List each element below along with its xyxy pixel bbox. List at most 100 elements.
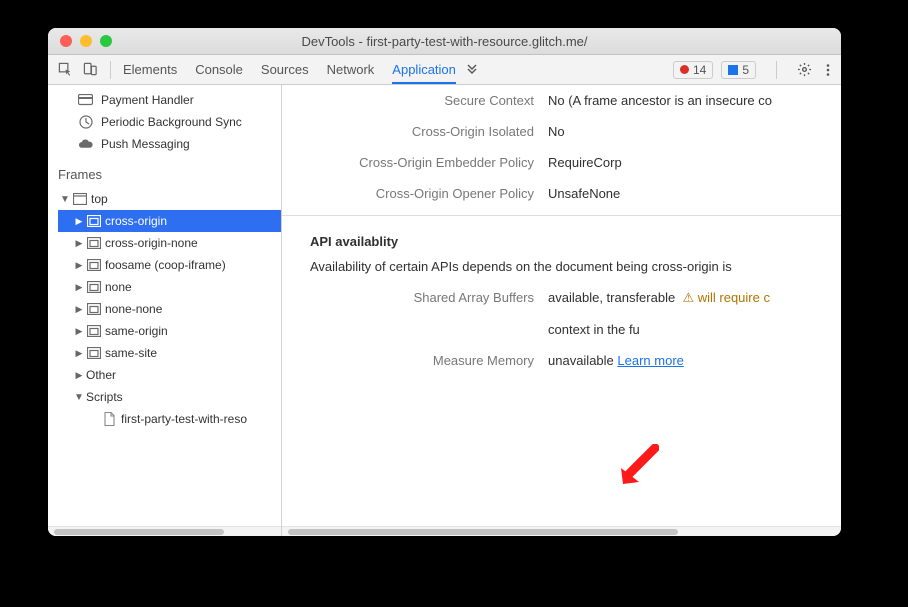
detail-value: No (A frame ancestor is an insecure co [548, 93, 841, 108]
disclosure-triangle-icon[interactable] [74, 304, 84, 315]
tree-item-scripts[interactable]: Scripts [58, 386, 281, 408]
tree-item-frame[interactable]: same-site [58, 342, 281, 364]
tab-sources[interactable]: Sources [261, 55, 309, 84]
detail-label: Cross-Origin Isolated [282, 124, 548, 139]
tree-item-label: none [105, 280, 132, 294]
minimize-window-button[interactable] [80, 35, 92, 47]
message-count-badge[interactable]: 5 [721, 61, 756, 79]
tree-item-top[interactable]: top [58, 188, 281, 210]
disclosure-triangle-icon[interactable] [74, 392, 84, 403]
frames-tree: top cross-origin cross-origin-none foosame… [48, 188, 281, 430]
tab-network[interactable]: Network [327, 55, 375, 84]
tree-item-frame[interactable]: foosame (coop-iframe) [58, 254, 281, 276]
embedded-window-icon [86, 214, 101, 229]
shared-array-buffers-label: Shared Array Buffers [282, 290, 548, 305]
context-warning-continued: context in the fu [548, 322, 841, 337]
message-count: 5 [742, 63, 749, 77]
embedded-window-icon [86, 236, 101, 251]
sidebar-item-payment-handler[interactable]: Payment Handler [48, 89, 281, 111]
settings-gear-icon[interactable] [797, 62, 812, 77]
disclosure-triangle-icon[interactable] [74, 348, 84, 359]
horizontal-scrollbar[interactable] [48, 526, 281, 536]
frames-section-heading: Frames [48, 155, 281, 188]
detail-value: RequireCorp [548, 155, 841, 170]
tree-item-script-file[interactable]: first-party-test-with-reso [58, 408, 281, 430]
message-icon [728, 65, 738, 75]
detail-value: UnsafeNone [548, 186, 841, 201]
detail-label: Secure Context [282, 93, 548, 108]
detail-label: Cross-Origin Embedder Policy [282, 155, 548, 170]
device-toggle-icon[interactable] [83, 62, 98, 77]
embedded-window-icon [86, 346, 101, 361]
tab-application[interactable]: Application [392, 55, 456, 84]
zoom-window-button[interactable] [100, 35, 112, 47]
tree-item-frame[interactable]: none [58, 276, 281, 298]
shared-array-buffers-value: available, transferable will require c [548, 290, 841, 306]
disclosure-triangle-icon[interactable] [74, 238, 84, 249]
embedded-window-icon [86, 324, 101, 339]
api-availability-description: Availability of certain APIs depends on … [282, 255, 841, 282]
error-count-badge[interactable]: 14 [673, 61, 713, 79]
application-sidebar: Payment Handler Periodic Background Sync… [48, 85, 282, 536]
disclosure-triangle-icon[interactable] [74, 216, 84, 227]
window-icon [72, 192, 87, 207]
devtools-window: DevTools - first-party-test-with-resourc… [48, 28, 841, 536]
embedded-window-icon [86, 280, 101, 295]
disclosure-triangle-icon[interactable] [74, 260, 84, 271]
warning-icon: will require c [682, 290, 770, 305]
tree-item-label: top [91, 192, 108, 206]
inspect-element-icon[interactable] [58, 62, 73, 77]
tree-item-label: same-site [105, 346, 157, 360]
sidebar-item-label: Periodic Background Sync [101, 115, 242, 129]
tree-item-frame[interactable]: same-origin [58, 320, 281, 342]
panel-tabs: Elements Console Sources Network Applica… [123, 55, 456, 84]
sidebar-item-label: Payment Handler [101, 93, 194, 107]
close-window-button[interactable] [60, 35, 72, 47]
disclosure-triangle-icon[interactable] [74, 370, 84, 381]
tree-item-frame[interactable]: cross-origin [58, 210, 281, 232]
tree-item-label: cross-origin [105, 214, 167, 228]
cloud-icon [78, 137, 93, 152]
measure-memory-label: Measure Memory [282, 353, 548, 368]
sidebar-item-background-sync[interactable]: Periodic Background Sync [48, 111, 281, 133]
window-title: DevTools - first-party-test-with-resourc… [48, 34, 841, 49]
tab-console[interactable]: Console [195, 55, 243, 84]
tree-item-label: same-origin [105, 324, 168, 338]
tree-item-label: first-party-test-with-reso [121, 412, 247, 426]
tree-item-label: cross-origin-none [105, 236, 198, 250]
sidebar-item-push-messaging[interactable]: Push Messaging [48, 133, 281, 155]
more-tabs-icon[interactable] [466, 62, 478, 77]
frame-details-panel: Secure ContextNo (A frame ancestor is an… [282, 85, 841, 536]
devtools-toolbar: Elements Console Sources Network Applica… [48, 55, 841, 85]
card-icon [78, 93, 93, 108]
tree-item-other[interactable]: Other [58, 364, 281, 386]
embedded-window-icon [86, 258, 101, 273]
tree-item-label: Other [86, 368, 116, 382]
disclosure-triangle-icon[interactable] [60, 194, 70, 205]
clock-icon [78, 115, 93, 130]
tab-elements[interactable]: Elements [123, 55, 177, 84]
sidebar-item-label: Push Messaging [101, 137, 190, 151]
detail-label: Cross-Origin Opener Policy [282, 186, 548, 201]
error-icon [680, 65, 689, 74]
window-controls [48, 35, 112, 47]
tree-item-label: foosame (coop-iframe) [105, 258, 226, 272]
learn-more-link[interactable]: Learn more [617, 353, 683, 368]
tree-item-label: Scripts [86, 390, 123, 404]
detail-value: No [548, 124, 841, 139]
measure-memory-value: unavailable Learn more [548, 353, 841, 368]
tree-item-frame[interactable]: cross-origin-none [58, 232, 281, 254]
api-availability-heading: API availablity [282, 215, 841, 255]
embedded-window-icon [86, 302, 101, 317]
toolbar-separator [776, 61, 777, 79]
disclosure-triangle-icon[interactable] [74, 326, 84, 337]
horizontal-scrollbar[interactable] [282, 526, 841, 536]
document-icon [102, 412, 117, 427]
kebab-menu-icon[interactable] [820, 62, 835, 77]
titlebar: DevTools - first-party-test-with-resourc… [48, 28, 841, 55]
tree-item-frame[interactable]: none-none [58, 298, 281, 320]
toolbar-separator [110, 61, 111, 79]
tree-item-label: none-none [105, 302, 162, 316]
disclosure-triangle-icon[interactable] [74, 282, 84, 293]
error-count: 14 [693, 63, 706, 77]
